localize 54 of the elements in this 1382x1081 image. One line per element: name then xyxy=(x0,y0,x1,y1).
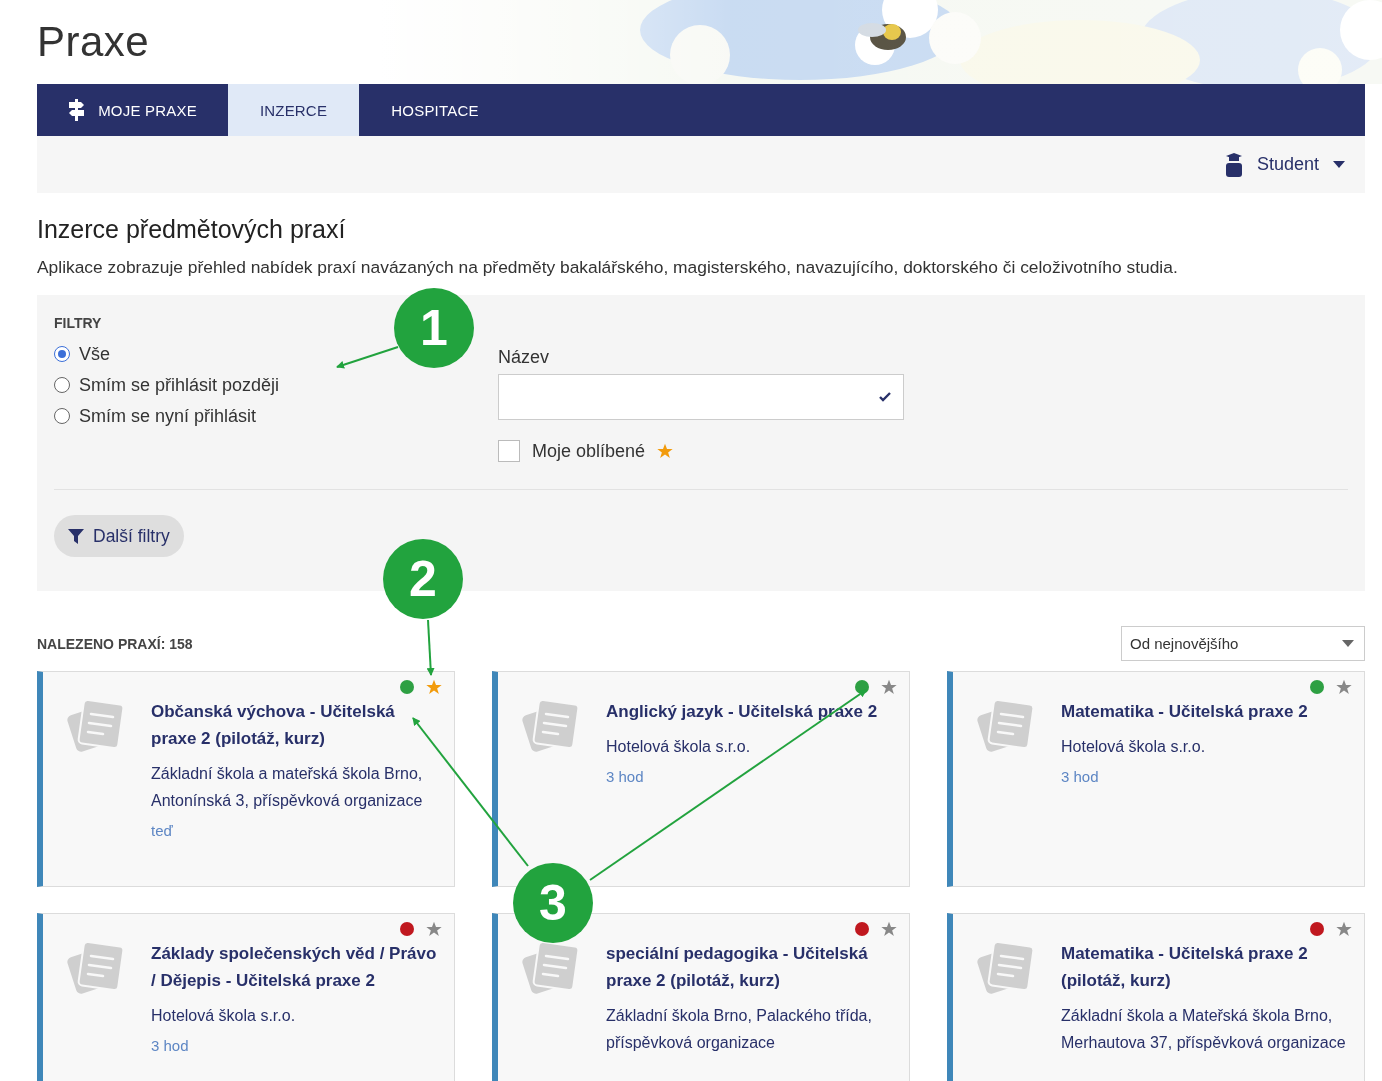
card-title: Základy společenských věd / Právo / Dějepis - Učitelská praxe 2 xyxy=(151,943,438,992)
results-count: NALEZENO PRAXÍ: 158 xyxy=(37,635,193,652)
school-name: Hotelová škola s.r.o. xyxy=(606,737,752,757)
school-name: Základní škola Brno, Palackého třída, příspěvková organizace xyxy=(606,1006,873,1053)
annotation-arrow xyxy=(336,346,399,369)
time-text: 3 hod xyxy=(1061,768,1100,785)
nav-tab[interactable]: INZERCE xyxy=(228,84,359,136)
section-heading: Inzerce předmětových praxí xyxy=(37,215,347,244)
radio-button[interactable] xyxy=(54,408,70,424)
graduate-icon xyxy=(1224,152,1243,177)
star-icon[interactable] xyxy=(881,679,897,695)
page-title: Praxe xyxy=(37,18,150,66)
sort-select[interactable]: Od nejnovějšího xyxy=(1121,626,1365,661)
star-icon[interactable] xyxy=(1336,679,1352,695)
time-text: 3 hod xyxy=(151,1037,190,1054)
card-title: Matematika - Učitelská praxe 2 (pilotáž, kurz) xyxy=(1061,943,1309,992)
school-name: Hotelová škola s.r.o. xyxy=(1061,737,1207,757)
radio-button[interactable] xyxy=(54,346,70,362)
practice-card[interactable]: Občanská výchova - Učitelská praxe 2 (pilotáž, kurz) Základní škola a mateřská škola Brno, Antonínská 3, příspěvková organizace teď xyxy=(37,671,455,887)
radio-button[interactable] xyxy=(54,377,70,393)
field-label: Název xyxy=(498,347,551,368)
radio-label: Vše xyxy=(79,343,111,365)
star-icon[interactable] xyxy=(1336,921,1352,937)
card-title: speciální pedagogika - Učitelská praxe 2 (pilotáž, kurz) xyxy=(606,943,869,992)
time-text: 3 hod xyxy=(606,768,645,785)
role-menu[interactable]: Student xyxy=(1224,152,1345,177)
school-name: Základní škola a Mateřská škola Brno, Merhautova 37, příspěvková organizace xyxy=(1061,1006,1347,1053)
annotation-badge: 2 xyxy=(383,539,463,619)
school-name: Hotelová škola s.r.o. xyxy=(151,1006,297,1026)
description-text: Aplikace zobrazuje přehled nabídek praxí navázaných na předměty bakalářského, magisterského, navazujícího, doktorského či celoživotního studia. xyxy=(37,257,1179,278)
check-icon xyxy=(879,392,891,402)
practice-card[interactable]: Matematika - Učitelská praxe 2 Hotelová škola s.r.o. 3 hod xyxy=(947,671,1365,887)
star-icon[interactable] xyxy=(657,443,674,459)
practice-card[interactable]: Základy společenských věd / Právo / Dějepis - Učitelská praxe 2 Hotelová škola s.r.o. 3 hod xyxy=(37,913,455,1081)
signpost-icon xyxy=(68,99,87,121)
star-icon[interactable] xyxy=(881,921,897,937)
time-text: teď xyxy=(151,822,174,839)
filters-label: FILTRY xyxy=(54,315,103,331)
checkbox[interactable] xyxy=(498,440,520,462)
filter-icon xyxy=(68,528,84,544)
more-filters-button[interactable]: Další filtry xyxy=(54,515,184,557)
star-icon[interactable] xyxy=(426,921,442,937)
caret-icon xyxy=(1333,161,1345,168)
card-title: Matematika - Učitelská praxe 2 xyxy=(1061,701,1309,723)
card-title: Občanská výchova - Učitelská praxe 2 (pilotáž, kurz) xyxy=(151,701,396,750)
radio-label: Smím se přihlásit později xyxy=(79,374,280,396)
radio-label: Smím se nyní přihlásit xyxy=(79,405,257,427)
practice-card[interactable]: Matematika - Učitelská praxe 2 (pilotáž, kurz) Základní škola a Mateřská škola Brno, Merhautova 37, příspěvková organizace xyxy=(947,913,1365,1081)
name-field[interactable] xyxy=(498,374,904,420)
star-icon[interactable] xyxy=(426,679,442,695)
school-name: Základní škola a mateřská škola Brno, Antonínská 3, příspěvková organizace xyxy=(151,764,424,811)
caret-icon xyxy=(1342,640,1354,647)
annotation-arrow xyxy=(426,619,435,676)
checkbox-label: Moje oblíbené xyxy=(532,440,646,462)
